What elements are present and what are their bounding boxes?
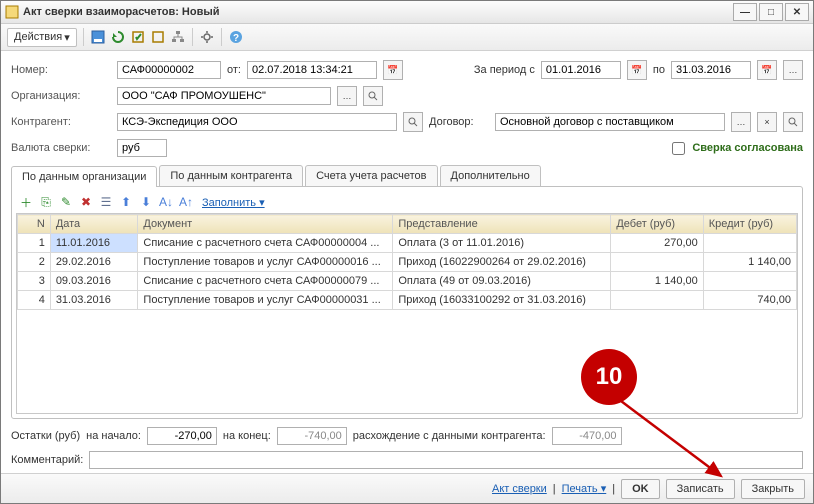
agreed-label: Сверка согласована [692,142,803,154]
bal-start-field[interactable] [147,427,217,445]
table-row[interactable]: 229.02.2016Поступление товаров и услуг С… [18,253,797,272]
bal-label: Остатки (руб) [11,430,80,442]
kontr-open-button[interactable] [403,112,423,132]
maximize-button[interactable]: □ [759,3,783,21]
table-row[interactable]: 431.03.2016Поступление товаров и услуг С… [18,291,797,310]
sort-asc-icon[interactable]: A↓ [158,194,174,210]
period-to-field[interactable] [671,61,751,79]
tab-kontr-data[interactable]: По данным контрагента [159,165,303,186]
col-date[interactable]: Дата [50,215,138,234]
calendar-from-icon[interactable]: 📅 [627,60,647,80]
currency-field[interactable] [117,139,167,157]
chevron-down-icon: ▾ [64,31,70,44]
number-label: Номер: [11,64,111,76]
col-debit[interactable]: Дебет (руб) [611,215,703,234]
start-label: на начало: [86,430,141,442]
move-up-icon[interactable]: ⬆ [118,194,134,210]
comment-label: Комментарий: [11,454,83,466]
org-field[interactable] [117,87,331,105]
actions-menu[interactable]: Действия ▾ [7,28,77,47]
tab-org-data[interactable]: По данным организации [11,166,157,187]
help-icon[interactable]: ? [228,29,244,45]
col-doc[interactable]: Документ [138,215,393,234]
summary-row: Остатки (руб) на начало: на конец: расхо… [11,427,803,445]
save-icon[interactable] [90,29,106,45]
dogovor-label: Договор: [429,116,489,128]
date-field[interactable] [247,61,377,79]
from-label: от: [227,64,241,76]
act-sverki-link[interactable]: Акт сверки [492,483,547,495]
minimize-button[interactable]: — [733,3,757,21]
calendar-icon[interactable]: 📅 [383,60,403,80]
copy-row-icon[interactable]: ⎘ [38,194,54,210]
col-n[interactable]: N [18,215,51,234]
tab-additional[interactable]: Дополнительно [440,165,541,186]
diff-field [552,427,622,445]
move-down-icon[interactable]: ⬇ [138,194,154,210]
end-label: на конец: [223,430,271,442]
org-label: Организация: [11,90,111,102]
col-repr[interactable]: Представление [393,215,611,234]
svg-text:?: ? [233,33,239,44]
grid-toolbar: ＋ ⎘ ✎ ✖ ☰ ⬆ ⬇ A↓ A↑ Заполнить ▾ [16,191,798,213]
post-icon[interactable] [130,29,146,45]
settings-icon[interactable] [199,29,215,45]
comment-field[interactable] [89,451,803,469]
app-icon [5,5,19,19]
edit-row-icon[interactable]: ✎ [58,194,74,210]
dog-clear-button[interactable]: × [757,112,777,132]
org-select-button[interactable]: … [337,86,357,106]
bottom-bar: Акт сверки | Печать ▾ | OK Записать Закр… [1,473,813,503]
period-select-button[interactable]: … [783,60,803,80]
bal-end-field [277,427,347,445]
kontragent-field[interactable] [117,113,397,131]
unpost-icon[interactable] [150,29,166,45]
close-window-button[interactable]: ✕ [785,3,809,21]
tabs: По данным организации По данным контраге… [11,165,803,186]
period-from-field[interactable] [541,61,621,79]
dog-select-button[interactable]: … [731,112,751,132]
move-end-icon[interactable]: ☰ [98,194,114,210]
structure-icon[interactable] [170,29,186,45]
diff-label: расхождение с данными контрагента: [353,430,546,442]
col-credit[interactable]: Кредит (руб) [703,215,796,234]
period-label: За период с [474,64,535,76]
close-button[interactable]: Закрыть [741,479,805,499]
tab-accounts[interactable]: Счета учета расчетов [305,165,437,186]
org-open-button[interactable] [363,86,383,106]
kontr-label: Контрагент: [11,116,111,128]
dogovor-field[interactable] [495,113,725,131]
sort-desc-icon[interactable]: A↑ [178,194,194,210]
table-row[interactable]: 309.03.2016Списание с расчетного счета С… [18,272,797,291]
save-button[interactable]: Записать [666,479,735,499]
add-row-icon[interactable]: ＋ [18,194,34,210]
calendar-to-icon[interactable]: 📅 [757,60,777,80]
delete-row-icon[interactable]: ✖ [78,194,94,210]
refresh-icon[interactable] [110,29,126,45]
print-menu[interactable]: Печать ▾ [562,482,607,495]
titlebar: Акт сверки взаиморасчетов: Новый — □ ✕ [1,1,813,24]
number-field[interactable] [117,61,221,79]
fill-menu[interactable]: Заполнить ▾ [202,196,265,209]
currency-label: Валюта сверки: [11,142,111,154]
data-grid[interactable]: N Дата Документ Представление Дебет (руб… [16,213,798,414]
table-row[interactable]: 111.01.2016Списание с расчетного счета С… [18,234,797,253]
agreed-checkbox[interactable] [672,142,685,155]
main-toolbar: Действия ▾ ? [1,24,813,51]
dog-open-button[interactable] [783,112,803,132]
to-label: по [653,64,665,76]
window-title: Акт сверки взаиморасчетов: Новый [23,6,220,18]
ok-button[interactable]: OK [621,479,660,499]
